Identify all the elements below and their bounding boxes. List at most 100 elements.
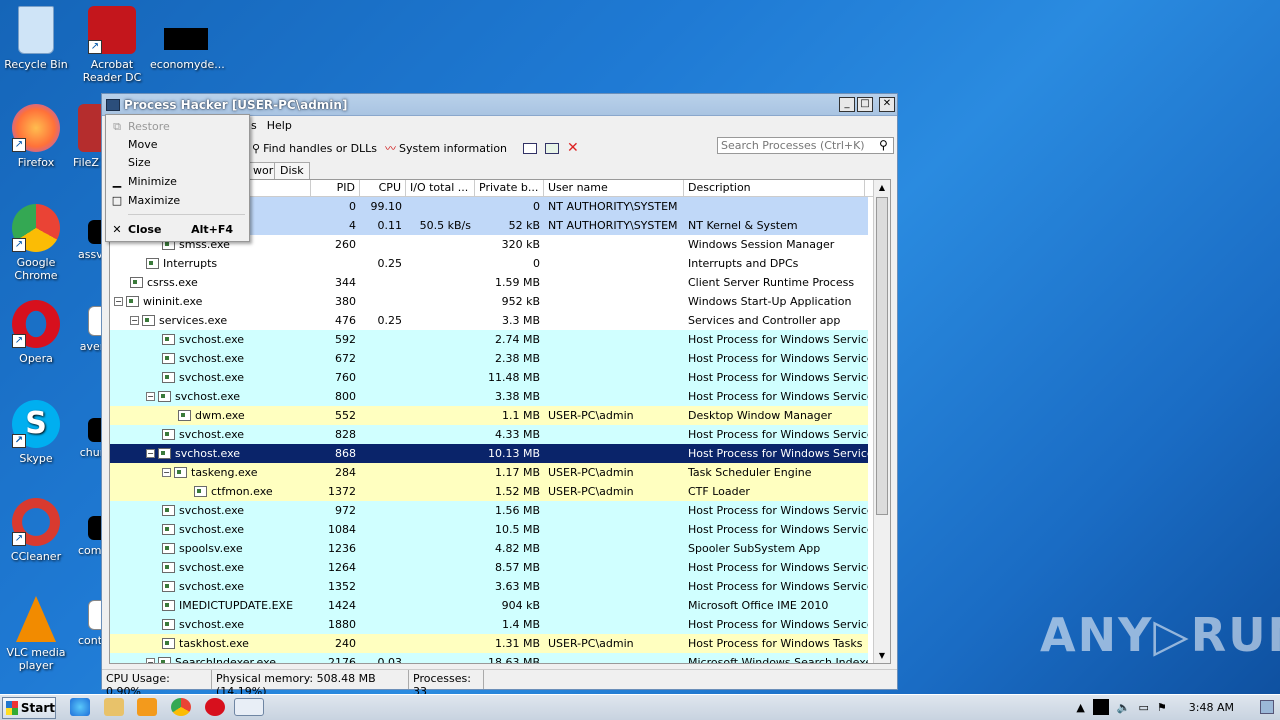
process-icon	[158, 657, 171, 663]
tray-app-icon[interactable]	[1092, 699, 1109, 715]
chrome-shortcut[interactable]: ↗ Google Chrome	[0, 204, 72, 282]
desktop-icon-label: FileZ	[73, 156, 99, 169]
collapse-toggle-icon[interactable]: −	[130, 316, 139, 325]
menu-minimize[interactable]: ▁ Minimize	[106, 172, 249, 191]
table-row[interactable]: taskhost.exe 240 1.31 MB USER-PC\admin Host …	[110, 634, 868, 653]
menu-size[interactable]: Size	[106, 153, 249, 172]
chrome-taskbar-icon[interactable]	[171, 698, 191, 716]
table-row[interactable]: − wininit.exe 380 952 kB Windows Start-Up Ap…	[110, 292, 868, 311]
cell-desc: Host Process for Windows Services	[688, 428, 868, 441]
table-row[interactable]: − services.exe 476 0.25 3.3 MB Services and C…	[110, 311, 868, 330]
table-row[interactable]: svchost.exe 760 11.48 MB Host Process for W…	[110, 368, 868, 387]
scroll-down-arrow[interactable]: ▼	[875, 648, 889, 663]
volume-icon[interactable]: 🔈	[1117, 701, 1131, 714]
col-pid[interactable]: PID	[311, 180, 360, 196]
table-row[interactable]: svchost.exe 1084 10.5 MB Host Process for W…	[110, 520, 868, 539]
scroll-thumb[interactable]	[876, 197, 888, 515]
col-cpu[interactable]: CPU	[360, 180, 406, 196]
menu-tools-fragment[interactable]: s	[251, 119, 257, 132]
system-menu: ⧉ Restore Move Size ▁ Minimize □ Maximize ✕…	[105, 114, 250, 242]
start-button[interactable]: Start	[2, 696, 56, 719]
collapse-toggle-icon[interactable]: −	[146, 449, 155, 458]
skype-shortcut[interactable]: S ↗ Skype	[0, 400, 72, 465]
scroll-up-arrow[interactable]: ▲	[875, 180, 889, 195]
opera-shortcut[interactable]: ↗ Opera	[0, 300, 72, 365]
vlc-shortcut[interactable]: VLC media player	[0, 596, 72, 672]
menu-restore[interactable]: ⧉ Restore	[106, 117, 249, 136]
table-row[interactable]: svchost.exe 592 2.74 MB Host Process for Wi…	[110, 330, 868, 349]
opera-taskbar-icon[interactable]	[205, 698, 225, 716]
process-name: spoolsv.exe	[179, 542, 243, 555]
process-name-cell: Interrupts	[110, 257, 311, 270]
menu-close[interactable]: ✕ Close Alt+F4	[106, 220, 249, 239]
col-desc[interactable]: Description	[684, 180, 865, 196]
cell-desc: Microsoft Office IME 2010	[688, 599, 829, 612]
explorer-icon[interactable]	[104, 698, 124, 716]
table-row[interactable]: svchost.exe 1352 3.63 MB Host Process for W…	[110, 577, 868, 596]
menu-help[interactable]: Help	[267, 119, 292, 132]
table-row[interactable]: dwm.exe 552 1.1 MB USER-PC\admin Desktop Win…	[110, 406, 868, 425]
close-button[interactable]: ✕	[879, 97, 895, 112]
menu-move[interactable]: Move	[106, 135, 249, 154]
ccleaner-shortcut[interactable]: ↗ CCleaner	[0, 498, 72, 563]
search-input[interactable]: Search Processes (Ctrl+K)	[717, 137, 894, 154]
go-icon[interactable]	[545, 142, 560, 154]
collapse-toggle-icon[interactable]: −	[146, 392, 155, 401]
tray-expand-icon[interactable]: ▲	[1076, 701, 1084, 714]
table-row[interactable]: − SearchIndexer.exe 2176 0.03 18.63 MB Micros…	[110, 653, 868, 663]
economy-shortcut[interactable]: economyde...	[150, 6, 225, 71]
terminate-icon[interactable]: ✕	[567, 140, 579, 156]
media-player-icon[interactable]	[137, 698, 157, 716]
table-row[interactable]: svchost.exe 1880 1.4 MB Host Process for Wi…	[110, 615, 868, 634]
table-row[interactable]: svchost.exe 972 1.56 MB Host Process for Wi…	[110, 501, 868, 520]
table-row[interactable]: svchost.exe 672 2.38 MB Host Process for Wi…	[110, 349, 868, 368]
collapse-toggle-icon[interactable]: −	[114, 297, 123, 306]
vertical-scrollbar[interactable]: ▲ ▼	[873, 180, 890, 663]
filezilla-shortcut[interactable]: FileZ	[66, 104, 106, 169]
table-row[interactable]: − svchost.exe 868 10.13 MB Host Process for …	[110, 444, 868, 463]
window-icon[interactable]	[523, 142, 538, 154]
table-row[interactable]: svchost.exe 1264 8.57 MB Host Process for W…	[110, 558, 868, 577]
table-row[interactable]: − svchost.exe 800 3.38 MB Host Process for W…	[110, 387, 868, 406]
collapse-toggle-icon[interactable]: −	[162, 468, 171, 477]
table-row[interactable]: csrss.exe 344 1.59 MB Client Server Runtime…	[110, 273, 868, 292]
table-row[interactable]: svchost.exe 828 4.33 MB Host Process for Wi…	[110, 425, 868, 444]
menu-maximize[interactable]: □ Maximize	[106, 191, 249, 210]
table-row[interactable]: spoolsv.exe 1236 4.82 MB Spooler SubSystem …	[110, 539, 868, 558]
cell-cpu: 0.25	[377, 257, 403, 270]
process-hacker-taskbar-icon[interactable]	[234, 698, 264, 716]
table-row[interactable]: ctfmon.exe 1372 1.52 MB USER-PC\admin CTF Lo…	[110, 482, 868, 501]
find-handles-button[interactable]: ⚲ Find handles or DLLs	[252, 142, 377, 155]
col-io[interactable]: I/O total ...	[406, 180, 475, 196]
col-user[interactable]: User name	[544, 180, 684, 196]
comp-shortcut[interactable]: comp	[66, 516, 106, 557]
cell-pid: 868	[335, 447, 356, 460]
firefox-shortcut[interactable]: ↗ Firefox	[0, 104, 72, 169]
recycle-bin-shortcut[interactable]: Recycle Bin	[0, 6, 72, 71]
process-icon	[162, 505, 175, 516]
chur-shortcut[interactable]: chur	[66, 418, 106, 459]
show-desktop-button[interactable]	[1260, 700, 1274, 714]
collapse-toggle-icon[interactable]: −	[146, 658, 155, 663]
system-info-button[interactable]: 〰 System information	[385, 140, 507, 156]
table-row[interactable]: IMEDICTUPDATE.EXE 1424 904 kB Microsoft Off…	[110, 596, 868, 615]
tab-disk[interactable]: Disk	[274, 162, 310, 180]
minimize-button[interactable]: _	[839, 97, 855, 112]
table-row[interactable]: − taskeng.exe 284 1.17 MB USER-PC\admin Task …	[110, 463, 868, 482]
search-icon[interactable]: ⚲	[879, 138, 888, 152]
maximize-button[interactable]: □	[857, 97, 873, 112]
conta-shortcut[interactable]: conta	[66, 600, 106, 647]
table-row[interactable]: Interrupts 0.25 0 Interrupts and DPCs	[110, 254, 868, 273]
ie-icon[interactable]	[70, 698, 90, 716]
app-icon[interactable]	[106, 98, 120, 111]
clock[interactable]: 3:48 AM	[1189, 701, 1234, 714]
network-icon[interactable]: ▭	[1139, 701, 1149, 714]
assv-shortcut[interactable]: assv	[66, 220, 102, 261]
cell-priv: 4.33 MB	[494, 428, 540, 441]
col-private[interactable]: Private b...	[475, 180, 544, 196]
windows-logo-icon	[6, 700, 18, 715]
aver-shortcut[interactable]: aver	[66, 306, 106, 353]
title-bar[interactable]: Process Hacker [USER-PC\admin] _ □ ✕	[102, 94, 897, 116]
acrobat-shortcut[interactable]: ↗ Acrobat Reader DC	[76, 6, 148, 84]
action-center-flag-icon[interactable]: ⚑	[1157, 701, 1167, 714]
